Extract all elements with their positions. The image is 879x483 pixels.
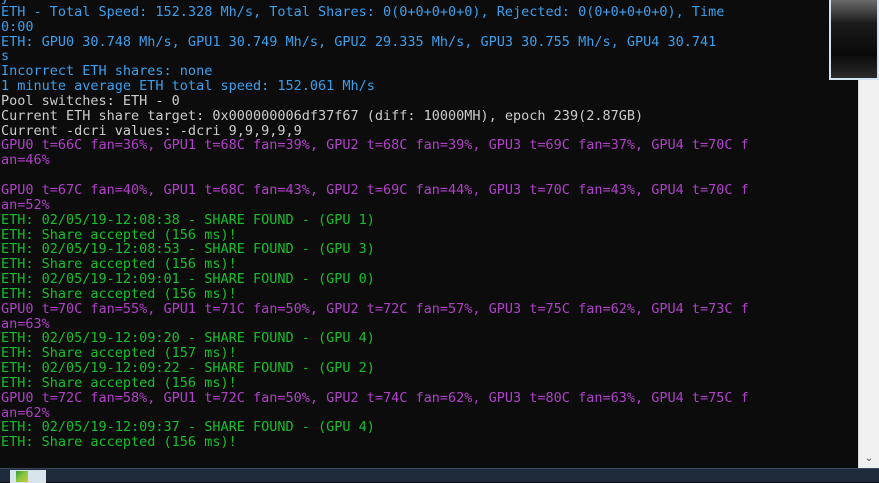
console-line: ETH: 02/05/19-12:09:01 - SHARE FOUND - (… — [1, 272, 375, 287]
console-line: ETH: 02/05/19-12:08:38 - SHARE FOUND - (… — [1, 212, 375, 228]
console-line: ETH: Share accepted (157 ms)! — [1, 346, 237, 362]
console-line: ETH: Share accepted (156 ms)! — [1, 286, 237, 302]
console-line: ETH: 02/05/19-12:09:37 - SHARE FOUND - (… — [1, 420, 375, 436]
console-line: GPU0 t=67C fan=40%, GPU1 t=68C fan=43%, … — [1, 182, 749, 198]
console-line: GPU0 t=66C fan=36%, GPU1 t=68C fan=39%, … — [1, 138, 749, 154]
console-line: Incorrect ETH shares: none — [1, 64, 213, 80]
console-line: ETH: 02/05/19-12:09:20 - SHARE FOUND - (… — [1, 331, 375, 347]
console-line: an=63% — [1, 316, 50, 332]
chevron-down-icon: ⌄ — [864, 453, 874, 464]
console-line: Pool switches: ETH - 0 — [1, 93, 180, 109]
taskbar-app-button[interactable] — [10, 470, 46, 483]
scroll-down-button[interactable]: ⌄ — [859, 450, 879, 468]
console-lines: yETH - Total Speed: 152.328 Mh/s, Total … — [1, 0, 857, 450]
window-thumbnail-preview — [829, 0, 879, 80]
console-line: Current ETH share target: 0x000000006df3… — [1, 108, 644, 124]
app-icon — [16, 471, 28, 482]
console-line: an=62% — [1, 405, 50, 421]
console-line: GPU0 t=70C fan=55%, GPU1 t=71C fan=50%, … — [1, 301, 749, 317]
console-line: s — [1, 49, 10, 65]
console-line: an=46% — [1, 153, 50, 169]
console-line: ETH: GPU0 30.748 Mh/s, GPU1 30.749 Mh/s,… — [1, 34, 717, 50]
console-line: ETH: Share accepted (156 ms)! — [1, 375, 237, 391]
console-line: ETH: 02/05/19-12:09:22 - SHARE FOUND - (… — [1, 361, 375, 376]
console-line: Current -dcri values: -dcri 9,9,9,9,9 — [1, 123, 302, 139]
console-line: GPU0 t=72C fan=58%, GPU1 t=72C fan=50%, … — [1, 390, 749, 406]
console-line: 0:00 — [1, 19, 34, 35]
console-output[interactable]: yETH - Total Speed: 152.328 Mh/s, Total … — [0, 0, 858, 468]
console-line: ETH: Share accepted (156 ms)! — [1, 257, 237, 273]
console-line: ETH: 02/05/19-12:08:53 - SHARE FOUND - (… — [1, 242, 375, 258]
console-line: 1 minute average ETH total speed: 152.06… — [1, 79, 375, 94]
console-line: ETH: Share accepted (156 ms)! — [1, 435, 237, 451]
console-line: ETH: Share accepted (156 ms)! — [1, 227, 237, 243]
taskbar — [0, 468, 879, 483]
console-line: an=52% — [1, 197, 50, 213]
console-line: ETH - Total Speed: 152.328 Mh/s, Total S… — [1, 4, 725, 20]
